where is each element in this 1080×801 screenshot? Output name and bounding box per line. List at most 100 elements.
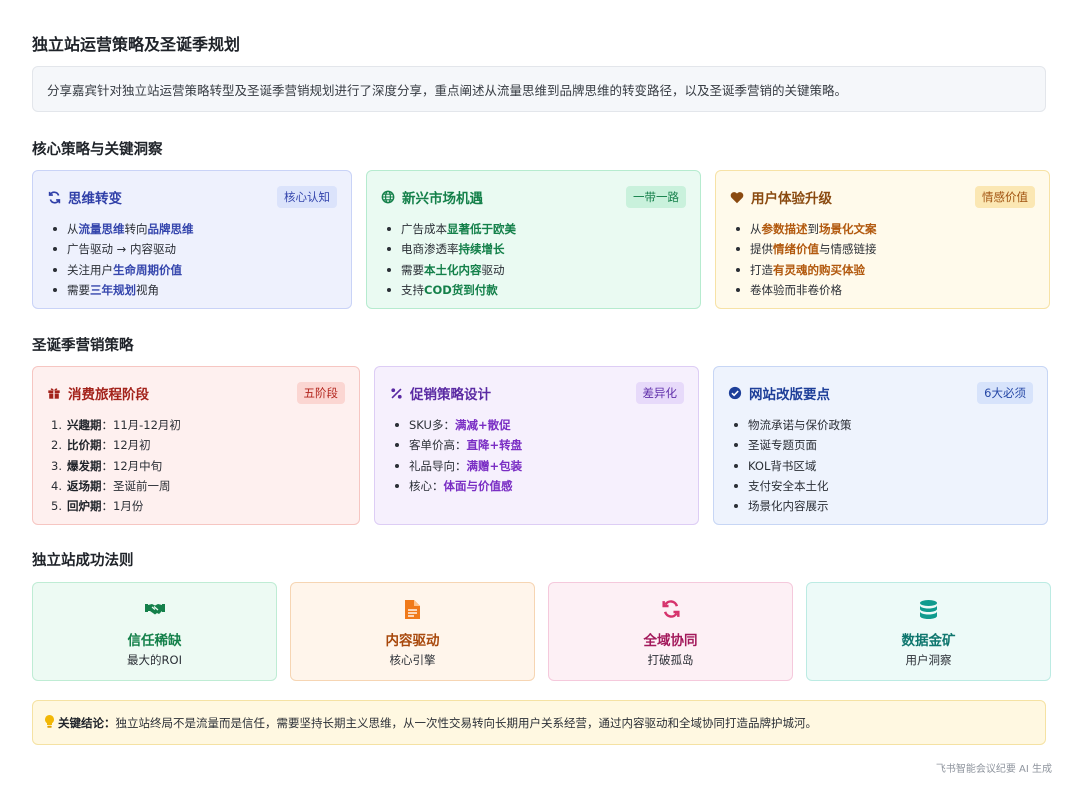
list-item-text: 打造有灵魂的购买体验: [750, 260, 865, 280]
card-list: 1. 兴趣期：11月-12月初 2. 比价期：12月初 3. 爆发期：12月中旬 4. 返场期…: [47, 415, 345, 516]
card-list: 广告成本显著低于欧美 电商渗透率持续增长 需要本土化内容驱动 支持COD货到付款: [381, 219, 686, 300]
card-emerging-market: 新兴市场机遇 一带一路 广告成本显著低于欧美 电商渗透率持续增长 需要本土化内容驱动…: [366, 170, 701, 309]
list-item: 广告驱动 → 内容驱动: [47, 239, 337, 259]
bullet: [736, 267, 740, 272]
list-item: 关注用户生命周期价值: [47, 260, 337, 280]
list-number: 3.: [51, 458, 62, 473]
list-item: 需要三年规划视角: [47, 280, 337, 300]
bullet: [395, 423, 399, 428]
card-tag: 情感价值: [975, 186, 1035, 208]
rule-subtitle: 最大的ROI: [127, 653, 182, 667]
list-item-text: 物流承诺与保价政策: [748, 415, 852, 435]
plain-text: 提供: [750, 242, 773, 257]
card-site-redesign: 网站改版要点 6大必须 物流承诺与保价政策 圣诞专题页面 KOL背书区域 支付安全本土…: [713, 366, 1048, 525]
list-item-text: 电商渗透率持续增长: [401, 239, 505, 259]
list-item: 从流量思维转向品牌思维: [47, 219, 337, 239]
rule-title: 数据金矿: [901, 633, 956, 649]
plain-text: 支持: [401, 282, 424, 297]
plain-text: 关注用户: [67, 262, 113, 277]
core-strategy-cards: 思维转变 核心认知 从流量思维转向品牌思维 广告驱动 → 内容驱动 关注用户生命周期…: [32, 170, 1050, 309]
list-item: 打造有灵魂的购买体验: [730, 260, 1035, 280]
list-item-text: 返场期：圣诞前一周: [67, 476, 171, 496]
bullet: [53, 247, 57, 252]
list-item-text: 需要三年规划视角: [67, 280, 159, 300]
list-item: 5. 回炉期：1月份: [47, 496, 345, 516]
plain-text: KOL背书区域: [748, 458, 817, 473]
bullet: [736, 227, 740, 232]
plain-text: 从: [750, 222, 762, 236]
highlight-text: 显著低于欧美: [447, 222, 516, 236]
rule-subtitle: 用户洞察: [905, 653, 952, 667]
list-item-text: 广告驱动 → 内容驱动: [67, 239, 176, 259]
bullet: [734, 463, 738, 468]
bullet: [387, 247, 391, 252]
list-item: 圣诞专题页面: [728, 435, 1033, 455]
handshake-icon: [144, 599, 165, 619]
highlight-text: 爆发期: [67, 458, 102, 473]
card-tag: 核心认知: [277, 186, 337, 208]
highlight-text: 场景化文案: [819, 222, 877, 236]
card-promotion-design: 促销策略设计 差异化 SKU多：满减+散促 客单价高：直降+转盘 礼品导向：满赠+包…: [374, 366, 699, 525]
page-title: 独立站运营策略及圣诞季规划: [32, 35, 241, 54]
card-tag: 差异化: [635, 382, 684, 404]
plain-text: 广告驱动 → 内容驱动: [67, 242, 176, 257]
list-item: 提供情绪价值与情感链接: [730, 239, 1035, 259]
rule-data: 数据金矿 用户洞察: [806, 582, 1051, 681]
highlight-text: 情绪价值: [773, 242, 819, 257]
key-conclusion: 关键结论： 独立站终局不是流量而是信任，需要坚持长期主义思维，从一次性交易转向长…: [32, 700, 1046, 745]
highlight-text: 持续增长: [458, 242, 505, 257]
list-item: KOL背书区域: [728, 456, 1033, 476]
list-item: 场景化内容展示: [728, 496, 1033, 516]
plain-text: ：11月-12月初: [101, 418, 181, 432]
list-item: 4. 返场期：圣诞前一周: [47, 476, 345, 496]
bullet: [387, 288, 391, 293]
list-number: 1.: [51, 418, 62, 432]
card-title: 促销策略设计: [410, 387, 491, 403]
list-item-text: 关注用户生命周期价值: [67, 260, 182, 280]
plain-text: 圣诞专题页面: [748, 438, 817, 453]
highlight-text: 品牌思维: [147, 222, 194, 236]
percent-icon: [389, 386, 403, 400]
list-item-text: 核心：体面与价值感: [409, 476, 513, 496]
plain-text: 支付安全本土化: [748, 478, 829, 493]
card-tag: 一带一路: [626, 186, 686, 208]
bullet: [736, 247, 740, 252]
list-item: 3. 爆发期：12月中旬: [47, 456, 345, 476]
list-number: 2.: [51, 438, 62, 453]
document-icon: [403, 599, 423, 619]
plain-text: 打造: [750, 262, 773, 277]
section-heading-core: 核心策略与关键洞察: [32, 142, 163, 158]
bullet: [736, 288, 740, 293]
list-item: 支持COD货到付款: [381, 280, 686, 300]
plain-text: ：12月中旬: [101, 458, 163, 473]
plain-text: SKU多：: [409, 418, 455, 432]
list-item-text: 爆发期：12月中旬: [67, 456, 162, 476]
plain-text: ：圣诞前一周: [101, 478, 171, 493]
list-item: 广告成本显著低于欧美: [381, 219, 686, 239]
highlight-text: 有灵魂的购买体验: [773, 262, 865, 277]
card-list: 物流承诺与保价政策圣诞专题页面 KOL背书区域 支付安全本土化场景化内容展示: [728, 415, 1033, 516]
list-item-text: 回炉期：1月份: [67, 496, 143, 516]
highlight-text: 比价期: [67, 438, 102, 453]
check-circle-icon: [728, 386, 742, 400]
card-title: 网站改版要点: [749, 387, 830, 403]
plain-text: 需要: [401, 262, 424, 277]
highlight-text: 流量思维: [78, 222, 125, 236]
card-list: 从流量思维转向品牌思维广告驱动 → 内容驱动关注用户生命周期价值 需要三年规划视角: [47, 219, 337, 300]
highlight-text: 兴趣期: [67, 418, 102, 432]
plain-text: 到: [807, 222, 820, 236]
plain-text: 转向: [124, 222, 148, 236]
list-item: 1. 兴趣期：11月-12月初: [47, 415, 345, 435]
list-item-text: 客单价高：直降+转盘: [409, 435, 522, 455]
list-item-text: 从流量思维转向品牌思维: [67, 219, 194, 239]
list-number: 5.: [51, 499, 62, 514]
list-item: 物流承诺与保价政策: [728, 415, 1033, 435]
bullet: [395, 443, 399, 448]
list-item: 核心：体面与价值感: [389, 476, 684, 496]
list-item: 客单价高：直降+转盘: [389, 435, 684, 455]
plain-text: 核心：: [409, 478, 444, 493]
database-icon: [919, 599, 939, 619]
card-title: 消费旅程阶段: [68, 387, 149, 403]
rule-subtitle: 打破孤岛: [647, 653, 694, 667]
summary-box: 分享嘉宾针对独立站运营策略转型及圣诞季营销规划进行了深度分享，重点阐述从流量思维…: [32, 66, 1046, 112]
